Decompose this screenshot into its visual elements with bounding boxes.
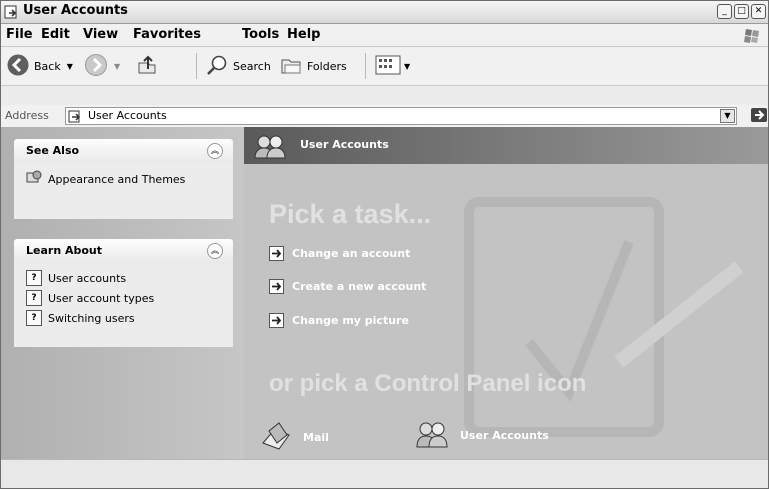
user-accounts-control-panel-icon[interactable]: User Accounts [414,419,549,452]
see-also-panel: See Also ︽ Appearance and Themes [14,139,233,219]
toolbar: Back ▼ ▼ Search Folders ▼ [1,47,768,86]
task-change-account[interactable]: Change an account [269,246,410,261]
learn-about-label: User accounts [48,271,127,285]
learn-about-label: User account types [48,291,155,305]
menu-favorites[interactable]: Favorites [133,27,201,42]
pick-task-heading: Pick a task... [269,199,432,229]
mail-label: Mail [303,431,329,444]
users-icon [414,419,450,452]
forward-button[interactable]: ▼ [84,53,120,80]
minimize-button[interactable]: _ [717,4,732,19]
chevron-down-icon: ▼ [114,62,121,71]
go-arrow-icon [750,107,768,126]
arrow-right-icon [269,313,284,328]
learn-about-label: Switching users [48,311,135,325]
forward-arrow-icon [84,53,108,80]
menu-file[interactable]: File [6,27,33,42]
up-folder-button[interactable] [135,53,159,80]
views-button[interactable]: ▼ [375,53,410,80]
see-also-header[interactable]: See Also ︽ [14,139,233,163]
folders-button[interactable]: Folders [279,53,347,80]
back-label: Back [34,60,61,73]
mail-control-panel-icon[interactable]: Mail [259,419,329,456]
learn-about-link[interactable]: ? User account types [14,288,233,308]
chevron-down-icon: ▼ [66,62,73,71]
back-button[interactable]: Back ▼ [6,53,73,80]
go-button[interactable]: Go [750,107,768,126]
menu-help[interactable]: Help [287,27,320,42]
watermark-checkbox-icon [464,197,744,437]
menu-bar: File Edit View Favorites Tools Help [1,24,768,47]
learn-about-title: Learn About [26,244,103,257]
search-label: Search [233,60,271,73]
see-also-label: Appearance and Themes [48,173,186,186]
arrow-right-icon [269,279,284,294]
user-accounts-icon [68,109,84,128]
folders-label: Folders [307,60,347,73]
help-icon: ? [26,270,42,286]
address-value: User Accounts [88,109,167,122]
collapse-icon[interactable]: ︽ [207,143,223,159]
menu-view[interactable]: View [83,27,118,42]
window-title: User Accounts [23,3,128,18]
mail-icon [259,419,293,456]
users-icon [252,132,288,164]
learn-about-panel: Learn About ︽ ? User accounts ? User acc… [14,239,233,347]
up-folder-icon [135,53,159,80]
chevron-down-icon: ▼ [404,62,411,71]
task-label: Create a new account [292,280,427,293]
windows-logo-icon [738,26,764,44]
address-dropdown-button[interactable]: ▼ [720,109,735,123]
appearance-themes-icon [26,170,42,189]
learn-about-link[interactable]: ? User accounts [14,268,233,288]
help-icon: ? [26,310,42,326]
task-change-picture[interactable]: Change my picture [269,313,409,328]
see-also-title: See Also [26,144,80,157]
explorer-window: User Accounts _ □ ✕ File Edit View Favor… [0,0,769,489]
close-button[interactable]: ✕ [751,4,766,19]
task-label: Change an account [292,247,411,260]
learn-about-header[interactable]: Learn About ︽ [14,239,233,263]
learn-about-link[interactable]: ? Switching users [14,308,233,328]
task-create-account[interactable]: Create a new account [269,279,426,294]
arrow-right-icon [269,246,284,261]
content-title: User Accounts [300,138,389,151]
address-label: Address [5,109,49,122]
help-icon: ? [26,290,42,306]
search-button[interactable]: Search [205,53,271,80]
collapse-icon[interactable]: ︽ [207,243,223,259]
user-accounts-label: User Accounts [460,429,549,442]
content-area: User Accounts Pick a task... Change an a… [244,127,768,459]
menu-tools[interactable]: Tools [242,27,279,42]
address-input[interactable]: User Accounts ▼ [65,107,737,125]
user-accounts-icon [4,4,20,24]
folders-icon [279,53,303,80]
back-arrow-icon [6,53,30,80]
menu-edit[interactable]: Edit [41,27,70,42]
title-bar[interactable]: User Accounts _ □ ✕ [1,1,768,24]
address-bar: Address User Accounts ▼ Go [1,105,768,128]
maximize-button[interactable]: □ [734,4,749,19]
content-header: User Accounts [244,127,768,164]
status-bar [1,459,768,488]
pick-icon-heading: or pick a Control Panel icon [269,370,587,397]
views-icon [375,53,401,80]
see-also-link[interactable]: Appearance and Themes [14,168,233,191]
task-pane: See Also ︽ Appearance and Themes Learn A… [1,127,244,459]
task-label: Change my picture [292,314,409,327]
search-icon [205,53,229,80]
